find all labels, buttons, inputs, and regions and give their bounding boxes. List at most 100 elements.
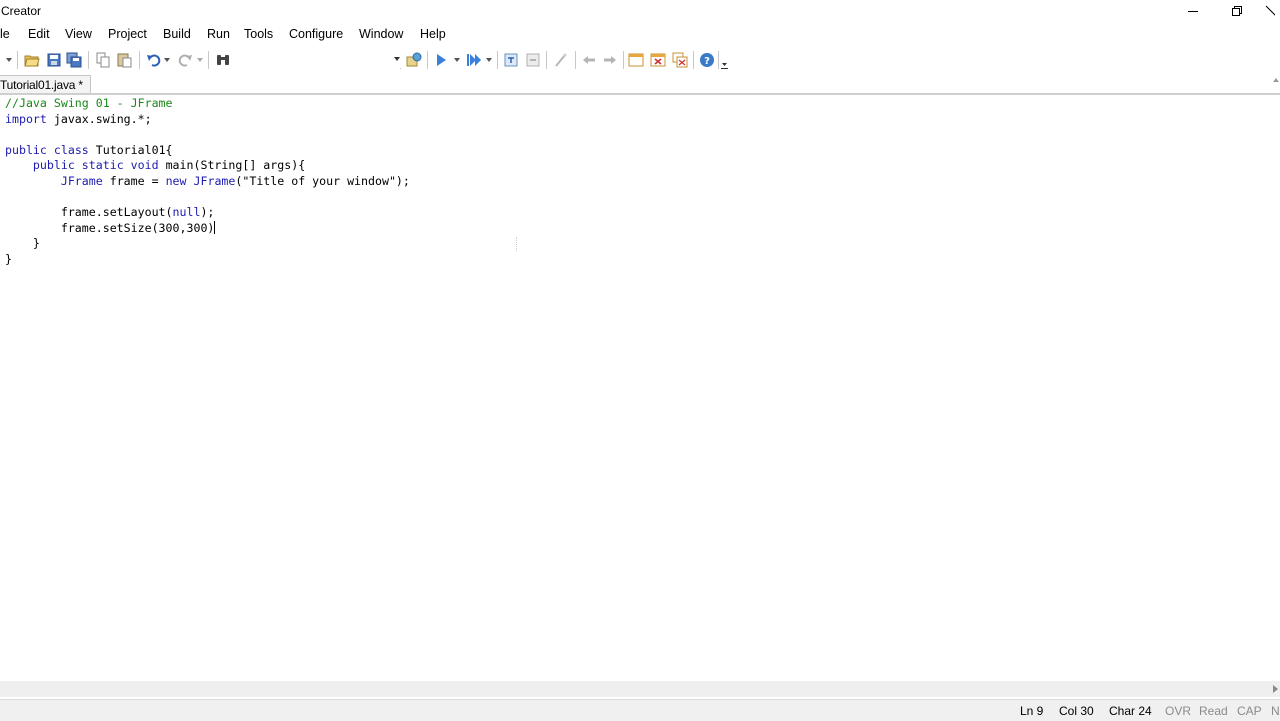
menu-project[interactable]: Project (108, 27, 147, 41)
toolbar-separator (427, 51, 428, 69)
debug-icon[interactable] (466, 52, 482, 68)
menu-bar: le Edit View Project Build Run Tools Con… (0, 24, 1280, 46)
title-bar: Creator (0, 0, 1280, 22)
run-icon[interactable] (433, 52, 449, 68)
find-icon[interactable] (215, 52, 231, 68)
toolbar-overflow-icon[interactable] (721, 60, 729, 70)
toolbar: ? (0, 48, 1280, 72)
help-icon[interactable]: ? (699, 52, 715, 68)
magic-icon[interactable] (553, 52, 569, 68)
indent-guide (516, 237, 518, 251)
back-icon[interactable] (581, 52, 597, 68)
window-title: Creator (1, 4, 42, 18)
code-line-1: //Java Swing 01 - JFrame (5, 96, 410, 112)
code-keyword: static (81, 158, 124, 173)
toolbar-combo[interactable] (236, 50, 402, 68)
code-type: JFrame (193, 173, 236, 188)
new-dropdown-icon[interactable] (6, 58, 12, 62)
close-icon (1265, 5, 1275, 16)
tab-tutorial01-java[interactable]: Tutorial01.java * (0, 75, 91, 94)
toolbar-separator (17, 51, 18, 69)
scroll-up-icon[interactable] (1272, 74, 1280, 94)
code-type: JFrame (60, 173, 103, 188)
window-close-icon[interactable] (650, 52, 666, 68)
minimize-button[interactable] (1171, 0, 1215, 22)
menu-run[interactable]: Run (207, 27, 230, 41)
status-num: N (1271, 704, 1280, 718)
toolbar-separator (139, 51, 140, 69)
redo-icon[interactable] (177, 52, 193, 68)
code-line-10: } (5, 236, 40, 251)
status-read: Read (1199, 704, 1228, 718)
code-line-11: } (5, 251, 12, 266)
code-keyword: new (165, 173, 187, 188)
menu-edit[interactable]: Edit (28, 27, 50, 41)
paste-icon[interactable] (116, 52, 132, 68)
code-comment: //Java Swing 01 - JFrame (5, 96, 173, 110)
code-text: //Java Swing 01 - JFrame import javax.swi… (5, 96, 410, 268)
menu-configure[interactable]: Configure (289, 27, 343, 41)
menu-window[interactable]: Window (359, 27, 403, 41)
code-keyword: null (172, 205, 201, 220)
copy-icon[interactable] (95, 52, 111, 68)
status-overwrite: OVR (1165, 704, 1192, 718)
minimize-icon (1188, 11, 1198, 12)
toolbar-separator (718, 51, 719, 69)
menu-file[interactable]: le (0, 27, 10, 41)
forward-icon[interactable] (602, 52, 618, 68)
chevron-down-icon (394, 57, 400, 61)
step-over-icon[interactable] (525, 52, 541, 68)
status-bar: Ln 9 Col 30 Char 24 OVR Read CAP N (0, 699, 1280, 721)
text-caret (214, 220, 216, 234)
step-icon[interactable] (503, 52, 519, 68)
open-icon[interactable] (24, 52, 40, 68)
debug-dropdown-icon[interactable] (486, 58, 492, 62)
menu-build[interactable]: Build (163, 27, 191, 41)
save-icon[interactable] (46, 52, 62, 68)
code-keyword: void (130, 158, 159, 173)
close-button[interactable] (1259, 0, 1280, 22)
code-keyword: import (5, 111, 47, 126)
save-all-icon[interactable] (66, 52, 82, 68)
toolbar-separator (88, 51, 89, 69)
toolbar-separator (208, 51, 209, 69)
status-char: Char 24 (1109, 704, 1152, 718)
status-column: Col 30 (1059, 704, 1094, 718)
code-keyword: public (32, 158, 75, 173)
toolbar-separator (497, 51, 498, 69)
toolbar-separator (623, 51, 624, 69)
redo-dropdown-icon[interactable] (197, 58, 203, 62)
tab-label: Tutorial01.java * (0, 78, 83, 92)
undo-icon[interactable] (146, 52, 162, 68)
menu-help[interactable]: Help (420, 27, 446, 41)
toolbar-separator (546, 51, 547, 69)
menu-tools[interactable]: Tools (244, 27, 273, 41)
undo-dropdown-icon[interactable] (164, 58, 170, 62)
code-line-9: frame.setSize(300,300) (5, 220, 216, 235)
code-line-8: frame.setLayout(null); (5, 205, 215, 220)
code-keyword: class (53, 142, 89, 157)
code-editor[interactable]: //Java Swing 01 - JFrame import javax.swi… (0, 95, 1280, 681)
window-tile-icon[interactable] (672, 52, 688, 68)
status-line: Ln 9 (1020, 704, 1044, 718)
window-icon[interactable] (628, 52, 644, 68)
status-caps: CAP (1237, 704, 1262, 718)
code-line-6: JFrame frame = new JFrame("Title of your… (60, 173, 410, 188)
code-keyword: public (5, 142, 47, 157)
restore-icon (1232, 6, 1242, 16)
toolbar-separator (575, 51, 576, 69)
run-dropdown-icon[interactable] (454, 58, 460, 62)
svg-text:?: ? (704, 56, 710, 67)
horizontal-scrollbar[interactable] (0, 681, 1280, 697)
tab-strip (0, 74, 1280, 94)
scroll-right-icon[interactable] (1273, 685, 1278, 693)
code-line-4: public class Tutorial01{ (5, 142, 173, 157)
class-icon[interactable] (406, 52, 422, 68)
menu-view[interactable]: View (65, 27, 92, 41)
code-line-2: import javax.swing.*; (5, 111, 152, 126)
restore-button[interactable] (1215, 0, 1259, 22)
code-line-5: public static void main(String[] args){ (32, 158, 306, 173)
toolbar-separator (693, 51, 694, 69)
